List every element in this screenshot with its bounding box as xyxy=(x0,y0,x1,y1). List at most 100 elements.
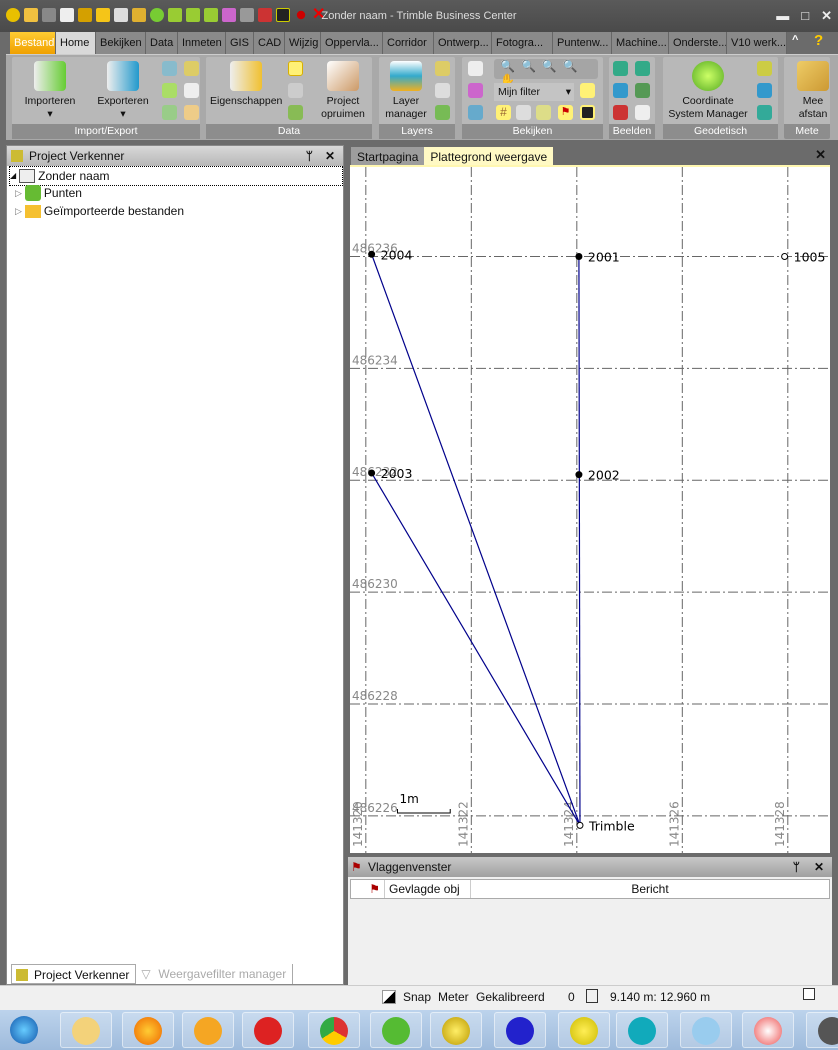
help-button[interactable]: ? xyxy=(814,32,823,49)
close-button[interactable]: ✕ xyxy=(821,8,832,24)
plan-view-map[interactable]: 141320 141322 141324 141326 1413284862264862… xyxy=(350,165,830,853)
exporteren-button[interactable]: Exporteren ▾ xyxy=(88,61,158,121)
taskbar-skype-button[interactable] xyxy=(616,1012,668,1048)
export2-icon[interactable] xyxy=(184,83,199,98)
taskbar-notepad-button[interactable] xyxy=(680,1012,732,1048)
column-gevlagde-obj[interactable]: Gevlagde obj xyxy=(385,880,471,898)
taskbar-trimble-blue-button[interactable] xyxy=(494,1012,546,1048)
layer-manager-button[interactable]: Layer manager xyxy=(381,61,431,121)
export-small-icon[interactable] xyxy=(184,61,199,76)
grid-icon[interactable]: # xyxy=(496,105,511,120)
taskbar-help-button[interactable] xyxy=(242,1012,294,1048)
data-icon[interactable] xyxy=(288,83,303,98)
eigenschappen-button[interactable]: Eigenschappen xyxy=(210,61,282,108)
taskbar-color-button[interactable] xyxy=(742,1012,794,1048)
geo3-icon[interactable] xyxy=(757,105,772,120)
snap-icon[interactable] xyxy=(382,990,396,1004)
select-view-icon[interactable] xyxy=(468,105,483,120)
layer-icon[interactable] xyxy=(435,61,450,76)
geo-icon[interactable] xyxy=(757,61,772,76)
geo2-icon[interactable] xyxy=(757,83,772,98)
snap-toggle[interactable]: Snap xyxy=(403,990,431,1004)
select-icon[interactable] xyxy=(288,61,303,76)
flag-icon[interactable]: ⚑ xyxy=(558,105,573,120)
units-label[interactable]: Meter xyxy=(438,990,469,1004)
filter-icon[interactable] xyxy=(580,83,595,98)
maximize-button[interactable]: □ xyxy=(801,8,809,24)
pin-button[interactable]: ᛘ xyxy=(306,146,313,166)
tab-gis[interactable]: GIS xyxy=(226,32,254,54)
tab-onderste[interactable]: Onderste... xyxy=(669,32,727,54)
layer2-icon[interactable] xyxy=(435,83,450,98)
measure-icon[interactable] xyxy=(516,105,531,120)
image3-icon[interactable] xyxy=(613,83,628,98)
tab-weergavefilter-manager[interactable]: ▽ Weergavefilter manager xyxy=(136,964,294,984)
coordinate-system-manager-button[interactable]: Coordinate System Manager xyxy=(665,61,751,121)
terminal-view-icon[interactable] xyxy=(580,105,595,120)
image4-icon[interactable] xyxy=(635,83,650,98)
filter-dropdown[interactable]: Mijn filter ▾ xyxy=(494,83,574,101)
scale-bar-label: 1m xyxy=(399,792,418,806)
expand-icon[interactable]: ▷ xyxy=(15,184,22,202)
close-pane-button[interactable]: ✕ xyxy=(325,146,335,166)
import2-icon[interactable] xyxy=(162,83,177,98)
layer3-icon[interactable] xyxy=(435,105,450,120)
tab-inmeten[interactable]: Inmeten xyxy=(178,32,226,54)
taskbar-firefox-button[interactable] xyxy=(122,1012,174,1048)
image2-icon[interactable] xyxy=(635,61,650,76)
display-icon[interactable] xyxy=(468,83,483,98)
expand-icon[interactable]: ▷ xyxy=(15,202,22,220)
meet-afstand-button[interactable]: Mee afstan xyxy=(788,61,830,121)
tab-machine[interactable]: Machine... xyxy=(612,32,669,54)
image6-icon[interactable] xyxy=(635,105,650,120)
import-small-icon[interactable] xyxy=(162,61,177,76)
import3-icon[interactable] xyxy=(162,105,177,120)
minimize-button[interactable]: ▬ xyxy=(776,8,789,24)
close-pane-button[interactable]: ✕ xyxy=(814,857,824,877)
tree-item-imported-files[interactable]: ▷ Geïmporteerde bestanden xyxy=(15,202,184,220)
tab-corridor[interactable]: Corridor xyxy=(383,32,434,54)
list-icon[interactable] xyxy=(536,105,551,120)
tab-cad[interactable]: CAD xyxy=(254,32,285,54)
collapse-ribbon-button[interactable]: ^ xyxy=(792,34,798,46)
tab-plattegrond-weergave[interactable]: Plattegrond weergave xyxy=(424,147,554,167)
export3-icon[interactable] xyxy=(184,105,199,120)
pin-button[interactable]: ᛘ xyxy=(793,857,800,877)
view-icon[interactable] xyxy=(468,61,483,76)
tab-home[interactable]: Home xyxy=(56,32,96,54)
tab-oppervla[interactable]: Oppervla... xyxy=(321,32,383,54)
taskbar-evernote-button[interactable] xyxy=(370,1012,422,1048)
firefox-icon xyxy=(134,1017,162,1045)
taskbar-tbc-button[interactable] xyxy=(558,1012,610,1048)
close-document-button[interactable]: ✕ xyxy=(815,147,826,163)
tab-wijzig[interactable]: Wijzig xyxy=(285,32,321,54)
point-marker-2004 xyxy=(368,250,376,258)
tree-item-project[interactable]: ◢ Zonder naam xyxy=(9,166,343,186)
taskbar-explorer-button[interactable] xyxy=(60,1012,112,1048)
project-opruimen-button[interactable]: Project opruimen xyxy=(318,61,368,121)
tab-project-verkenner[interactable]: Project Verkenner xyxy=(11,964,137,984)
importeren-button[interactable]: Importeren ▾ xyxy=(18,61,82,121)
taskbar-outlook-button[interactable] xyxy=(182,1012,234,1048)
taskbar-globe-button[interactable] xyxy=(430,1012,482,1048)
point-marker-2003 xyxy=(368,469,376,477)
taskbar-start-button[interactable] xyxy=(4,1012,44,1048)
tab-ontwerp[interactable]: Ontwerp... xyxy=(434,32,492,54)
status-checkbox[interactable] xyxy=(803,988,815,1000)
taskbar-chrome-button[interactable] xyxy=(308,1012,360,1048)
zoom-tools[interactable]: 🔍🔍🔍🔍✋ xyxy=(494,59,598,87)
image5-icon[interactable] xyxy=(613,105,628,120)
tab-startpagina[interactable]: Startpagina xyxy=(351,147,425,167)
tab-bestand[interactable]: Bestand xyxy=(10,32,56,54)
tab-bekijken[interactable]: Bekijken xyxy=(96,32,146,54)
taskbar-target-button[interactable] xyxy=(806,1012,838,1048)
flag-column-icon[interactable]: ⚑ xyxy=(351,880,385,898)
image-icon[interactable] xyxy=(613,61,628,76)
tree-item-punten[interactable]: ▷ Punten xyxy=(15,184,82,202)
selection-icon[interactable] xyxy=(288,105,303,120)
column-bericht[interactable]: Bericht xyxy=(471,880,829,898)
tab-puntenw[interactable]: Puntenw... xyxy=(553,32,612,54)
tab-fotogra[interactable]: Fotogra... xyxy=(492,32,553,54)
tab-v10-werk[interactable]: V10 werk... xyxy=(727,32,787,54)
tab-data[interactable]: Data xyxy=(146,32,178,54)
